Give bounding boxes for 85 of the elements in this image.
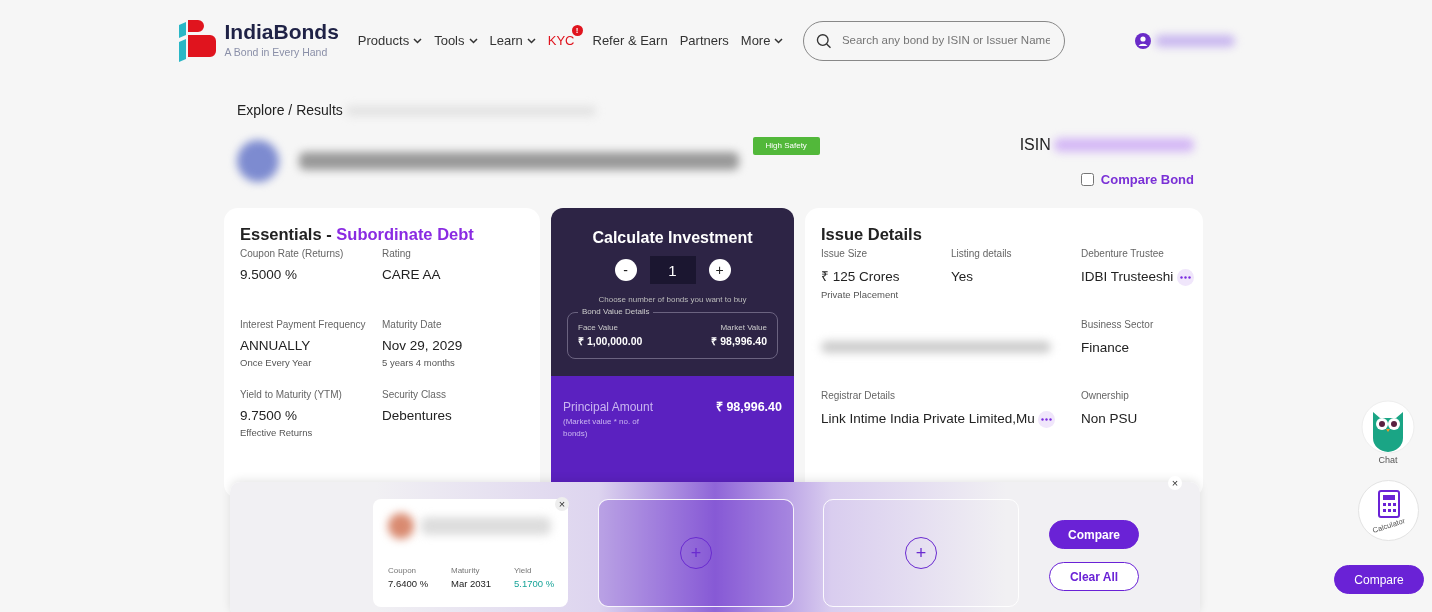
nav-link[interactable]: Products <box>351 31 429 51</box>
user-icon[interactable] <box>1135 33 1152 49</box>
field-value: ANNUALLY <box>240 336 312 355</box>
owl-icon[interactable] <box>1361 400 1415 454</box>
nav-link[interactable]: Learn <box>483 31 542 51</box>
logo-text: IndiaBonds <box>224 21 339 42</box>
field-note: Effective Returns <box>240 425 314 440</box>
value-label: Market Value <box>719 322 767 334</box>
field-label: Business Sector <box>1081 318 1155 333</box>
nav-link[interactable]: Partners <box>673 31 735 51</box>
compare-button[interactable]: Compare <box>1334 565 1424 594</box>
chevron-down-icon <box>468 38 478 44</box>
search-icon <box>816 33 832 49</box>
field-value: Finance <box>1081 339 1130 358</box>
alert-badge: ! <box>571 25 583 37</box>
field-label: Interest Payment Frequency <box>240 318 367 333</box>
increment-button[interactable]: + <box>708 259 731 281</box>
stat-value: 5.1700 % <box>514 577 556 591</box>
field-note: Private Placement <box>821 287 900 302</box>
clear-all-button[interactable]: Clear All <box>1049 562 1139 591</box>
isin-label: ISIN <box>1019 135 1051 155</box>
field-note: 5 years 4 months <box>382 355 456 370</box>
issuer-logo-placeholder <box>388 513 414 539</box>
chevron-down-icon <box>526 38 536 44</box>
more-button[interactable] <box>1038 410 1056 428</box>
field-value: Link Intime India Private Limited,Mu <box>821 410 1035 429</box>
issuer-logo-placeholder <box>237 140 279 183</box>
field-label: Yield to Maturity (YTM) <box>240 388 343 403</box>
logo-icon <box>178 20 218 62</box>
breadcrumb: Explore / Results <box>237 101 343 120</box>
field-value: IDBI Trusteeshi <box>1081 268 1174 287</box>
field-label: Maturity Date <box>382 318 443 333</box>
stat-value: 7.6400 % <box>388 577 430 591</box>
chat-label[interactable]: Chat <box>1378 454 1398 468</box>
calculator-icon <box>1377 489 1400 518</box>
field-label: Registrar Details <box>821 389 896 404</box>
stat-value: Mar 2031 <box>451 577 493 591</box>
decrement-button[interactable]: - <box>614 259 637 281</box>
quantity-field[interactable]: 1 <box>649 256 696 284</box>
compare-button[interactable]: Compare <box>1049 520 1139 549</box>
field-label: Coupon Rate (Returns) <box>240 247 345 262</box>
principal-amount: ₹ 98,996.40 <box>715 398 782 416</box>
field-value: Nov 29, 2029 <box>382 336 464 355</box>
field-value: Debentures <box>382 406 453 425</box>
principal-note: (Market value * no. of bonds) <box>563 415 641 440</box>
dots-icon <box>1041 417 1053 421</box>
compare-bond-label[interactable]: Compare Bond <box>1100 170 1194 190</box>
box-legend: Bond Value Details <box>578 306 654 318</box>
field-label: Debenture Trustee <box>1081 247 1165 262</box>
card-title: Essentials - Subordinate Debt <box>240 223 475 245</box>
nav-link[interactable]: More <box>734 31 790 51</box>
principal-label: Principal Amount <box>563 398 655 416</box>
chevron-down-icon <box>413 38 423 44</box>
value-amount: ₹ 98,996.40 <box>711 334 767 349</box>
field-value: CARE AA <box>382 265 442 284</box>
stat-label: Yield <box>514 565 533 577</box>
field-value: 9.7500 % <box>240 406 299 425</box>
hint-text: Choose number of bonds you want to buy <box>597 294 748 306</box>
stat-label: Maturity <box>451 565 481 577</box>
field-value: Non PSU <box>1081 410 1138 429</box>
search-input[interactable]: Search any bond by ISIN or Issuer Name <box>839 31 1053 51</box>
chevron-down-icon <box>774 38 784 44</box>
dots-icon <box>1179 275 1191 279</box>
field-value: ₹ 125 Crores <box>821 268 900 287</box>
remove-button[interactable]: × <box>555 497 569 511</box>
safety-badge: High Safety <box>752 137 820 155</box>
field-label: Security Class <box>382 388 447 403</box>
stat-label: Coupon <box>388 565 418 577</box>
field-label: Rating <box>382 247 412 262</box>
value-label: Face Value <box>578 322 619 334</box>
nav-link[interactable]: Tools <box>428 31 484 51</box>
field-label: Ownership <box>1081 389 1130 404</box>
search-field[interactable]: Search any bond by ISIN or Issuer Name <box>803 21 1066 61</box>
more-button[interactable] <box>1176 268 1194 286</box>
tagline: A Bond in Every Hand <box>224 45 329 61</box>
field-note: Once Every Year <box>240 355 313 370</box>
nav-link[interactable]: Refer & Earn <box>586 31 674 51</box>
field-label: Listing details <box>951 247 1013 262</box>
field-value: 9.5000 % <box>240 265 299 284</box>
value-amount: ₹ 1,00,000.00 <box>578 334 643 349</box>
compare-checkbox[interactable] <box>1081 173 1095 187</box>
field-label: Issue Size <box>821 247 869 262</box>
calculator-title: Calculate Investment <box>591 227 754 248</box>
card-title: Issue Details <box>821 223 923 245</box>
field-value: Yes <box>951 268 974 287</box>
